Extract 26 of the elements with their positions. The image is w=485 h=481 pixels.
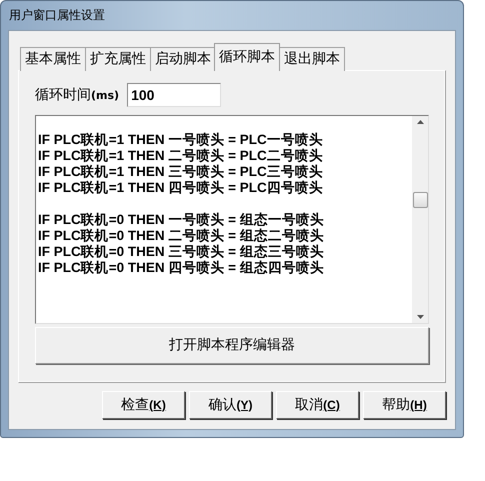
open-editor-button[interactable]: 打开脚本程序编辑器: [35, 327, 429, 364]
tab[interactable]: 循环脚本: [214, 43, 280, 71]
script-textarea[interactable]: [35, 115, 429, 324]
dialog-button[interactable]: 帮助(H): [363, 391, 446, 419]
tab[interactable]: 退出脚本: [279, 47, 345, 71]
script-line: IF PLC联机=0 THEN 二号喷头 = 组态二号喷头: [38, 228, 325, 244]
script-line: IF PLC联机=0 THEN 三号喷头 = 组态三号喷头: [38, 244, 325, 260]
tab[interactable]: 扩充属性: [85, 47, 151, 71]
scroll-thumb[interactable]: [412, 192, 428, 208]
dialog-button[interactable]: 检查(K): [102, 391, 185, 419]
script-line: IF PLC联机=1 THEN 一号喷头 = PLC一号喷头: [38, 132, 324, 148]
script-line: IF PLC联机=1 THEN 二号喷头 = PLC二号喷头: [38, 148, 324, 164]
script-line: IF PLC联机=1 THEN 四号喷头 = PLC四号喷头: [38, 180, 324, 196]
script-line: IF PLC联机=0 THEN 四号喷头 = 组态四号喷头: [38, 260, 325, 276]
dialog-button[interactable]: 确认(Y): [189, 391, 272, 419]
scrollbar[interactable]: [412, 116, 428, 323]
script-line: IF PLC联机=1 THEN 三号喷头 = PLC三号喷头: [38, 164, 324, 180]
cycle-time-input[interactable]: 100: [127, 83, 222, 107]
dialog-button[interactable]: 取消(C): [276, 391, 359, 419]
cycle-time-label: 循环时间(ms): [35, 86, 120, 104]
window-title: 用户窗口属性设置: [8, 7, 106, 24]
scroll-up-icon[interactable]: [416, 120, 424, 124]
script-line: IF PLC联机=0 THEN 一号喷头 = 组态一号喷头: [38, 212, 325, 228]
scroll-down-icon[interactable]: [416, 315, 424, 319]
tab[interactable]: 基本属性: [20, 47, 86, 71]
tab[interactable]: 启动脚本: [150, 47, 216, 71]
